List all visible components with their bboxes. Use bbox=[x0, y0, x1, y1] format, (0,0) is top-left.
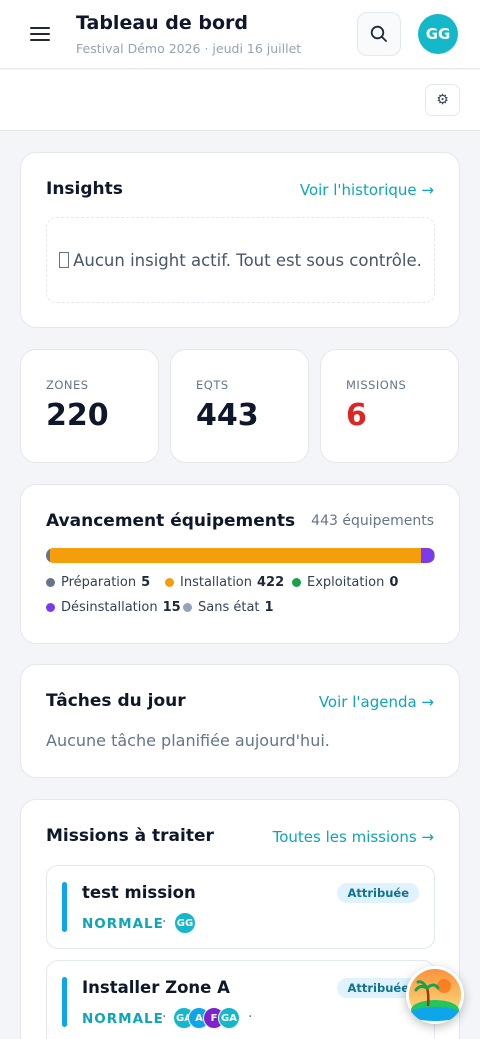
legend-dot bbox=[183, 603, 192, 612]
progress-segment bbox=[434, 548, 435, 563]
insights-history-link[interactable]: Voir l'historique → bbox=[300, 181, 434, 199]
legend-installation: Installation 422 bbox=[165, 575, 284, 590]
island-icon bbox=[409, 969, 461, 1021]
page-subtitle: Festival Démo 2026 · jeudi 16 juillet bbox=[76, 41, 302, 56]
stat-label: MISSIONS bbox=[346, 378, 407, 392]
legend-label: Installation bbox=[180, 575, 253, 590]
mission-item[interactable]: Installer Zone A Attribuée NORMALE · GA … bbox=[46, 960, 435, 1039]
status-badge: Attribuée bbox=[337, 883, 419, 903]
progress-bar bbox=[46, 548, 435, 563]
legend-dot bbox=[165, 578, 174, 587]
legend-label: Sans état bbox=[198, 600, 260, 615]
page-title: Tableau de bord bbox=[76, 12, 249, 34]
user-avatar[interactable]: GG bbox=[418, 14, 458, 54]
insights-empty-state: Aucun insight actif. Tout est sous contr… bbox=[46, 217, 435, 303]
mission-title: test mission bbox=[82, 883, 196, 902]
equipment-progress-card: Avancement équipements 443 équipements P… bbox=[20, 484, 460, 644]
mission-accent bbox=[62, 882, 67, 932]
legend-label: Exploitation bbox=[307, 575, 385, 590]
tasks-card: Tâches du jour Voir l'agenda → Aucune tâ… bbox=[20, 664, 460, 778]
separator: · bbox=[162, 1009, 167, 1025]
mission-item[interactable]: test mission Attribuée NORMALE · GG bbox=[46, 865, 435, 949]
priority-label: NORMALE bbox=[82, 1011, 164, 1027]
top-bar: Tableau de bord Festival Démo 2026 · jeu… bbox=[0, 0, 480, 69]
separator: · bbox=[248, 1009, 253, 1025]
stat-value: 220 bbox=[46, 398, 109, 433]
stat-card-missions[interactable]: MISSIONS 6 bbox=[320, 349, 459, 463]
missions-title: Missions à traiter bbox=[46, 826, 214, 846]
search-icon bbox=[370, 25, 387, 42]
stat-label: ZONES bbox=[46, 378, 89, 392]
insights-empty-text: Aucun insight actif. Tout est sous contr… bbox=[73, 250, 422, 270]
legend-count: 1 bbox=[264, 600, 274, 615]
toolbar: ⚙ bbox=[0, 70, 480, 131]
legend-count: 5 bbox=[141, 575, 151, 590]
progress-segment bbox=[420, 548, 435, 563]
priority-label: NORMALE bbox=[82, 916, 164, 932]
progress-title: Avancement équipements bbox=[46, 511, 296, 531]
agenda-link[interactable]: Voir l'agenda → bbox=[319, 693, 434, 711]
mission-title: Installer Zone A bbox=[82, 978, 230, 997]
insights-title: Insights bbox=[46, 179, 123, 199]
legend-count: 422 bbox=[257, 575, 285, 590]
assignee-avatar: GA bbox=[218, 1007, 240, 1029]
legend-sans-etat: Sans état 1 bbox=[183, 600, 274, 615]
gear-icon: ⚙ bbox=[436, 92, 449, 108]
settings-button[interactable]: ⚙ bbox=[425, 84, 460, 116]
mission-accent bbox=[62, 977, 67, 1027]
assistant-fab[interactable] bbox=[406, 966, 464, 1024]
legend-dot bbox=[46, 578, 55, 587]
all-missions-link[interactable]: Toutes les missions → bbox=[273, 828, 434, 846]
legend-label: Préparation bbox=[61, 575, 137, 590]
tasks-title: Tâches du jour bbox=[46, 691, 186, 711]
progress-segment bbox=[50, 548, 421, 563]
missions-card: Missions à traiter Toutes les missions →… bbox=[20, 799, 460, 1039]
insights-card: Insights Voir l'historique → Aucun insig… bbox=[20, 152, 460, 328]
legend-count: 0 bbox=[389, 575, 399, 590]
separator: · bbox=[162, 914, 167, 930]
search-button[interactable] bbox=[357, 12, 401, 56]
legend-count: 15 bbox=[162, 600, 181, 615]
stat-label: EQTS bbox=[196, 378, 229, 392]
assignee-avatar: GG bbox=[174, 912, 196, 934]
legend-dot bbox=[292, 578, 301, 587]
legend-preparation: Préparation 5 bbox=[46, 575, 150, 590]
legend-label: Désinstallation bbox=[61, 600, 158, 615]
missing-glyph-icon bbox=[59, 252, 70, 268]
tasks-empty-text: Aucune tâche planifiée aujourd'hui. bbox=[46, 731, 330, 750]
stat-card-equipments[interactable]: EQTS 443 bbox=[170, 349, 309, 463]
stat-card-zones[interactable]: ZONES 220 bbox=[20, 349, 159, 463]
menu-icon[interactable] bbox=[28, 24, 52, 46]
legend-desinstallation: Désinstallation 15 bbox=[46, 600, 181, 615]
legend-exploitation: Exploitation 0 bbox=[292, 575, 398, 590]
legend-dot bbox=[46, 603, 55, 612]
stat-value: 443 bbox=[196, 398, 259, 433]
progress-total: 443 équipements bbox=[311, 513, 434, 529]
stat-value: 6 bbox=[346, 398, 367, 433]
